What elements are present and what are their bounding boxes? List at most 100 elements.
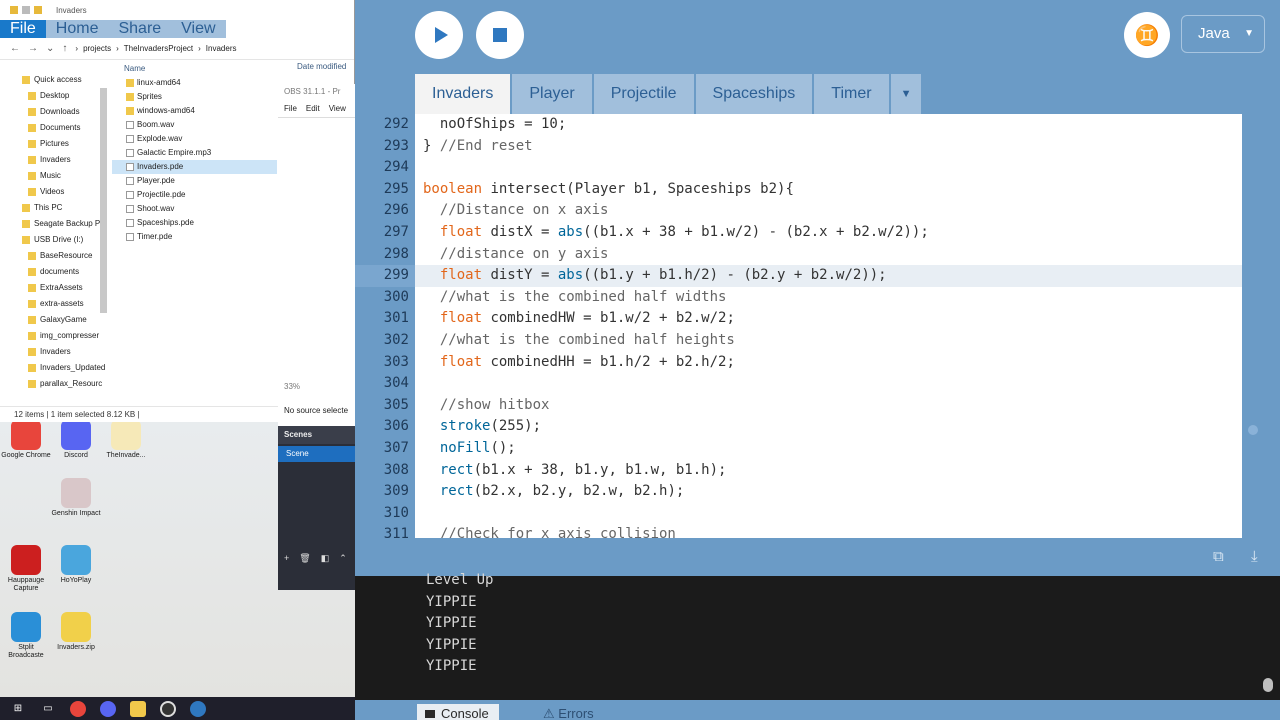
ribbon-tab-share[interactable]: Share (108, 20, 172, 38)
obs-menu-edit[interactable]: Edit (306, 100, 320, 117)
code-line[interactable] (415, 373, 1242, 395)
desktop-shortcut[interactable]: Stplit Broadcaste (0, 612, 52, 660)
nav-item[interactable]: ExtraAssets (0, 280, 108, 296)
chevron-down-icon[interactable]: ⌄ (46, 43, 54, 54)
code-line[interactable]: //Check for x axis collision (415, 524, 1242, 538)
processing-icon[interactable] (190, 700, 206, 717)
nav-item[interactable]: BaseResource (0, 248, 108, 264)
nav-item[interactable]: This PC (0, 200, 108, 216)
nav-item[interactable]: Invaders (0, 344, 108, 360)
add-icon[interactable]: + (284, 553, 289, 564)
nav-item[interactable]: GalaxyGame (0, 312, 108, 328)
file-row[interactable]: Invaders.pde (112, 160, 277, 174)
nav-item[interactable]: Downloads (0, 104, 108, 120)
breadcrumb-item[interactable]: Invaders (206, 44, 237, 53)
code-line[interactable]: noFill(); (415, 438, 1242, 460)
desktop-shortcut[interactable]: Discord (50, 420, 102, 460)
nav-item[interactable]: Documents (0, 120, 108, 136)
code-line[interactable] (415, 503, 1242, 525)
mode-selector[interactable]: Java ▼ (1181, 15, 1265, 53)
file-row[interactable]: linux-amd64 (112, 76, 277, 90)
tab-menu-chevron-icon[interactable]: ▼ (890, 74, 922, 114)
obs-menu-file[interactable]: File (284, 100, 297, 117)
obs-scene-item[interactable]: Scene (278, 446, 355, 462)
file-row[interactable]: Spaceships.pde (112, 216, 277, 230)
stop-button[interactable] (476, 11, 524, 59)
nav-item[interactable]: Pictures (0, 136, 108, 152)
chevron-up-icon[interactable]: ⌃ (339, 553, 347, 564)
console-scrollbar[interactable] (1263, 678, 1273, 692)
breadcrumb-item[interactable]: TheInvadersProject (124, 44, 193, 53)
back-arrow-icon[interactable]: ← (10, 43, 20, 54)
nav-scrollbar[interactable] (100, 88, 107, 313)
nav-item[interactable]: Quick access (0, 72, 108, 88)
windows-start-icon[interactable]: ⊞ (10, 701, 26, 717)
file-row[interactable]: Player.pde (112, 174, 277, 188)
nav-item[interactable]: USB Drive (I:) (0, 232, 108, 248)
code-line[interactable]: //Distance on x axis (415, 200, 1242, 222)
code-line[interactable]: float combinedHW = b1.w/2 + b2.w/2; (415, 308, 1242, 330)
nav-item[interactable]: parallax_Resourc (0, 376, 108, 392)
column-header-name[interactable]: Name (112, 62, 277, 76)
nav-item[interactable]: documents (0, 264, 108, 280)
nav-item[interactable]: Desktop (0, 88, 108, 104)
file-row[interactable]: Shoot.wav (112, 202, 277, 216)
code-line[interactable]: float distY = abs((b1.y + b1.h/2) - (b2.… (415, 265, 1242, 287)
tab-spaceships[interactable]: Spaceships (695, 74, 813, 114)
tab-invaders[interactable]: Invaders (415, 74, 511, 114)
nav-item[interactable]: Invaders (0, 152, 108, 168)
desktop-shortcut[interactable]: HoYoPlay (50, 545, 102, 585)
desktop-shortcut[interactable]: Hauppauge Capture (0, 545, 52, 593)
properties-icon[interactable] (22, 6, 30, 14)
tab-player[interactable]: Player (512, 74, 592, 114)
editor-scrollbar[interactable] (1248, 425, 1258, 435)
tab-errors[interactable]: ⚠ Errors (543, 704, 594, 720)
copy-icon[interactable]: ⧉ (1213, 548, 1224, 565)
tab-timer[interactable]: Timer (814, 74, 889, 114)
code-line[interactable] (415, 157, 1242, 179)
file-row[interactable]: Galactic Empire.mp3 (112, 146, 277, 160)
nav-item[interactable]: extra-assets (0, 296, 108, 312)
code-line[interactable]: float combinedHH = b1.h/2 + b2.h/2; (415, 352, 1242, 374)
ribbon-tab-file[interactable]: File (0, 20, 46, 38)
address-bar[interactable]: ← → ⌄ ↑ › projects › TheInvadersProject › Inv… (0, 38, 354, 60)
code-line[interactable]: stroke(255); (415, 416, 1242, 438)
ribbon-tab-home[interactable]: Home (45, 20, 109, 38)
file-row[interactable]: Sprites (112, 90, 277, 104)
code-line[interactable]: noOfShips = 10; (415, 114, 1242, 136)
file-explorer-icon[interactable] (130, 700, 146, 717)
forward-arrow-icon[interactable]: → (28, 43, 38, 54)
discord-icon[interactable] (100, 700, 116, 717)
code-line[interactable]: //distance on y axis (415, 244, 1242, 266)
code-line[interactable]: rect(b1.x + 38, b1.y, b1.w, b1.h); (415, 460, 1242, 482)
breadcrumb[interactable]: › projects › TheInvadersProject › Invaders (75, 44, 236, 53)
code-line[interactable]: float distX = abs((b1.x + 38 + b1.w/2) -… (415, 222, 1242, 244)
tab-console[interactable]: Console (417, 704, 499, 720)
filter-icon[interactable]: ◧ (321, 553, 330, 564)
ribbon-tab-view[interactable]: View (171, 20, 226, 38)
code-line[interactable]: } //End reset (415, 136, 1242, 158)
desktop-shortcut[interactable]: Genshin Impact (50, 478, 102, 518)
task-view-icon[interactable]: ▭ (40, 701, 56, 717)
column-header-date[interactable]: Date modified (297, 62, 346, 71)
new-folder-icon[interactable] (34, 6, 42, 14)
nav-item[interactable]: Invaders_Updated (0, 360, 108, 376)
nav-item[interactable]: Seagate Backup P (0, 216, 108, 232)
chrome-icon[interactable] (70, 700, 86, 717)
tab-projectile[interactable]: Projectile (593, 74, 694, 114)
code-line[interactable]: //what is the combined half heights (415, 330, 1242, 352)
nav-item[interactable]: img_compresser (0, 328, 108, 344)
code-editor[interactable]: noOfShips = 10;} //End reset boolean inte… (415, 114, 1242, 538)
minimize-console-icon[interactable]: ⤓ (1251, 548, 1258, 565)
file-row[interactable]: Projectile.pde (112, 188, 277, 202)
file-row[interactable]: Boom.wav (112, 118, 277, 132)
up-arrow-icon[interactable]: ↑ (62, 43, 67, 54)
debug-button[interactable]: ♊ (1124, 12, 1170, 58)
desktop-shortcut[interactable]: TheInvade... (100, 420, 152, 460)
code-line[interactable]: //show hitbox (415, 395, 1242, 417)
nav-item[interactable]: Music (0, 168, 108, 184)
obs-menu-view[interactable]: View (329, 100, 346, 117)
file-row[interactable]: Timer.pde (112, 230, 277, 244)
breadcrumb-item[interactable]: projects (83, 44, 111, 53)
run-button[interactable] (415, 11, 463, 59)
